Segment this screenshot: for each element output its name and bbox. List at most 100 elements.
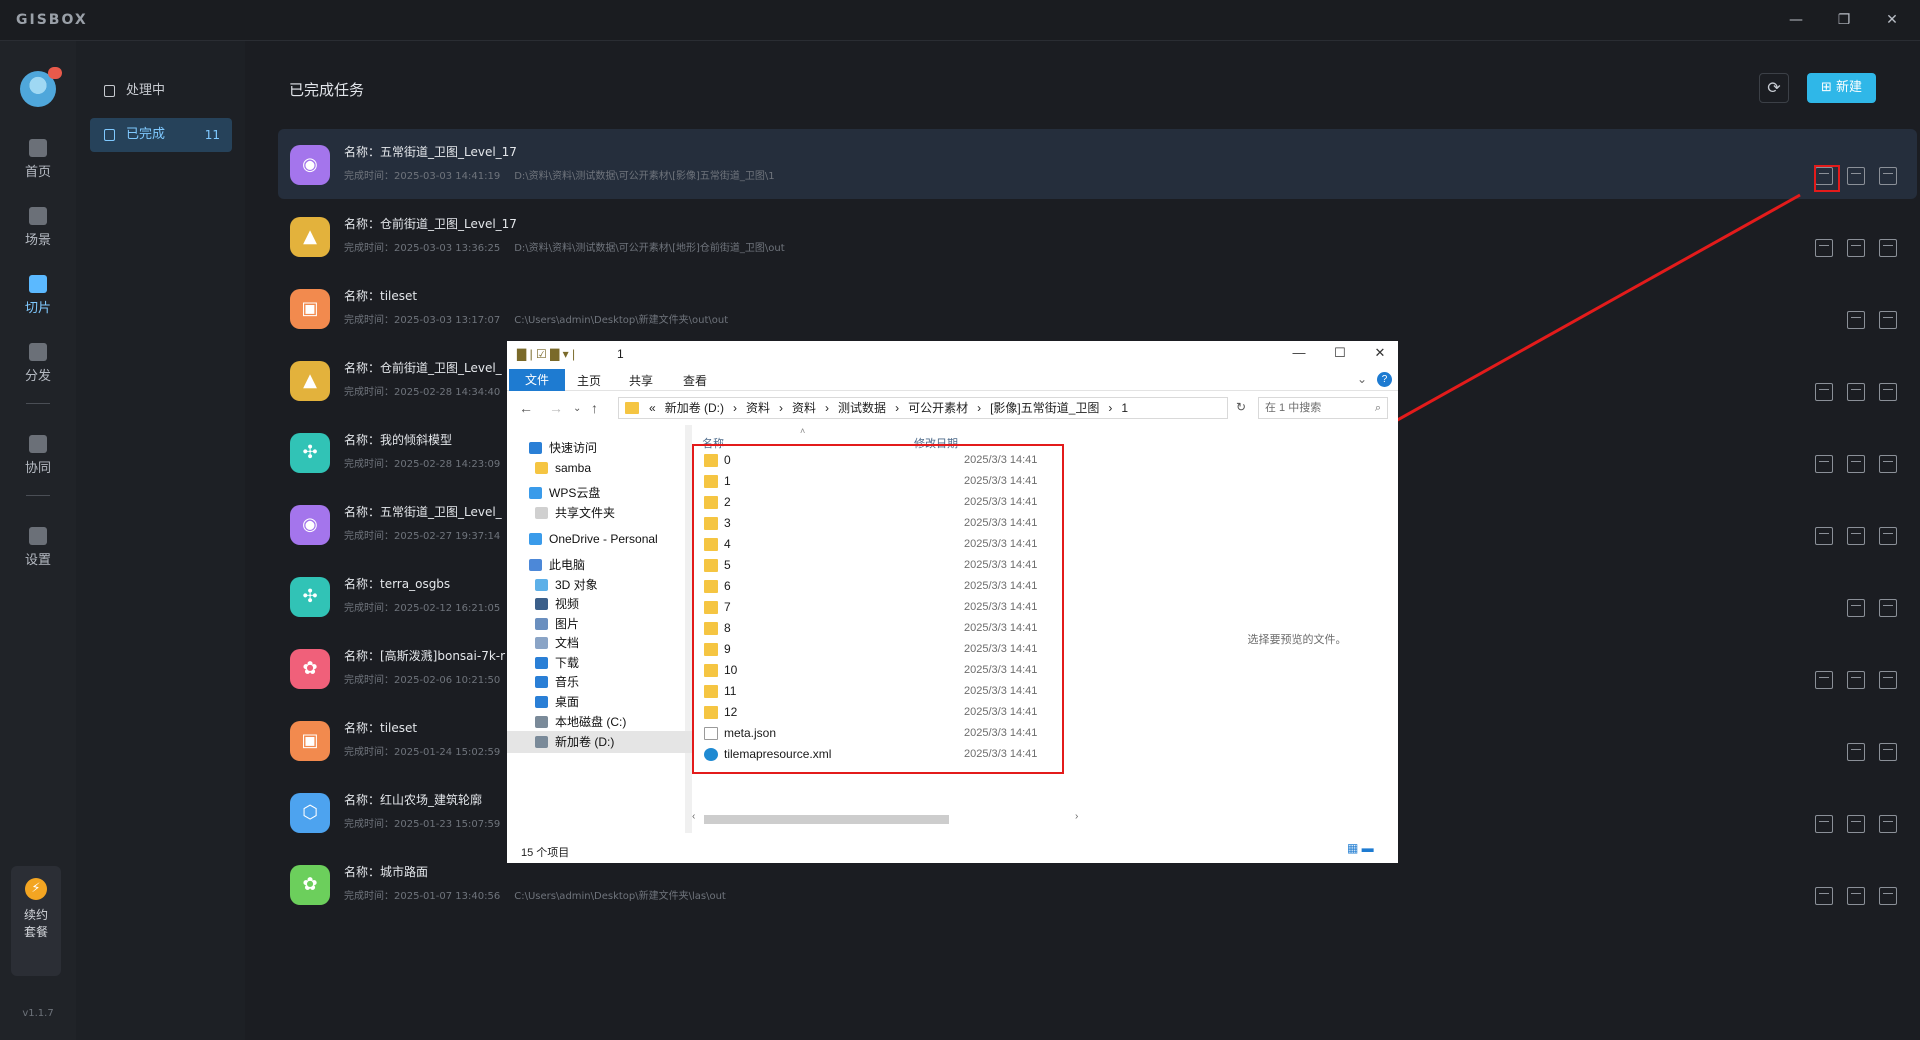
file-row[interactable]: 2 2025/3/3 14:41 bbox=[704, 492, 1064, 513]
open-folder-icon[interactable] bbox=[1847, 383, 1865, 401]
tree-item[interactable]: 桌面 bbox=[507, 691, 692, 713]
file-row[interactable]: 3 2025/3/3 14:41 bbox=[704, 513, 1064, 534]
tile-structure-icon[interactable] bbox=[1815, 671, 1833, 689]
breadcrumb-item[interactable]: 测试数据 bbox=[838, 401, 886, 415]
delete-icon[interactable] bbox=[1879, 671, 1897, 689]
file-row[interactable]: 10 2025/3/3 14:41 bbox=[704, 660, 1064, 681]
file-row[interactable]: 6 2025/3/3 14:41 bbox=[704, 576, 1064, 597]
scrollbar-thumb[interactable] bbox=[704, 815, 949, 824]
search-input[interactable]: 在 1 中搜索 ⌕ bbox=[1258, 397, 1388, 419]
file-row[interactable]: 12 2025/3/3 14:41 bbox=[704, 702, 1064, 723]
file-row[interactable]: 1 2025/3/3 14:41 bbox=[704, 471, 1064, 492]
ribbon-tab-home[interactable]: 主页 bbox=[577, 372, 601, 389]
tree-item[interactable]: 此电脑 bbox=[507, 554, 692, 576]
restore-button[interactable]: ❐ bbox=[1824, 8, 1864, 32]
delete-icon[interactable] bbox=[1879, 527, 1897, 545]
tree-item[interactable]: WPS云盘 bbox=[507, 482, 692, 504]
delete-icon[interactable] bbox=[1879, 887, 1897, 905]
breadcrumb-separator[interactable]: › bbox=[825, 401, 829, 415]
renew-plan-button[interactable]: ⚡ 续约 套餐 bbox=[11, 866, 61, 976]
tree-item[interactable]: 新加卷 (D:) bbox=[507, 731, 692, 753]
ribbon-tab-share[interactable]: 共享 bbox=[629, 372, 653, 389]
nav-item-done[interactable]: 已完成 11 bbox=[90, 118, 232, 152]
tile-structure-icon[interactable] bbox=[1815, 455, 1833, 473]
breadcrumb-item[interactable]: [影像]五常街道_卫图 bbox=[990, 401, 1099, 415]
quick-access-toolbar[interactable]: ▇ | ☑ ▇ ▾ | bbox=[517, 347, 575, 361]
delete-icon[interactable] bbox=[1879, 239, 1897, 257]
rail-item-settings[interactable]: 设置 bbox=[0, 527, 76, 577]
horizontal-scrollbar[interactable]: ‹ › bbox=[692, 811, 1242, 827]
open-folder-icon[interactable] bbox=[1847, 167, 1865, 185]
open-folder-icon[interactable] bbox=[1847, 815, 1865, 833]
file-row[interactable]: meta.json 2025/3/3 14:41 bbox=[704, 723, 1064, 744]
new-task-button[interactable]: ⊞ 新建 bbox=[1807, 73, 1876, 103]
tile-structure-icon[interactable] bbox=[1815, 815, 1833, 833]
tile-structure-icon[interactable] bbox=[1815, 383, 1833, 401]
rail-item-tile[interactable]: 切片 bbox=[0, 275, 76, 325]
avatar[interactable] bbox=[20, 67, 62, 107]
delete-icon[interactable] bbox=[1879, 743, 1897, 761]
open-folder-icon[interactable] bbox=[1847, 527, 1865, 545]
rail-item-collab[interactable]: 协同 bbox=[0, 435, 76, 485]
breadcrumb-separator[interactable]: › bbox=[1108, 401, 1112, 415]
task-row[interactable]: ▲ 名称：仓前街道_卫图_Level_17 完成时间：2025-03-03 13:3… bbox=[278, 201, 1917, 271]
minimize-button[interactable]: — bbox=[1776, 8, 1816, 32]
open-folder-icon[interactable] bbox=[1847, 599, 1865, 617]
tree-item[interactable]: OneDrive - Personal bbox=[507, 528, 692, 550]
delete-icon[interactable] bbox=[1879, 167, 1897, 185]
tree-item[interactable]: samba bbox=[507, 457, 692, 479]
nav-item-processing[interactable]: 处理中 bbox=[90, 74, 232, 108]
ribbon-expand-icon[interactable]: ⌄ bbox=[1357, 372, 1367, 386]
tree-item[interactable]: 音乐 bbox=[507, 671, 692, 693]
view-toggle[interactable]: ▦ ▬ bbox=[1347, 841, 1374, 855]
explorer-maximize-button[interactable]: ☐ bbox=[1325, 345, 1355, 361]
task-row[interactable]: ▣ 名称：tileset 完成时间：2025-03-03 13:17:07 C:\Us… bbox=[278, 273, 1917, 343]
breadcrumb-separator[interactable]: « bbox=[649, 401, 656, 415]
file-row[interactable]: 5 2025/3/3 14:41 bbox=[704, 555, 1064, 576]
file-row[interactable]: 7 2025/3/3 14:41 bbox=[704, 597, 1064, 618]
file-row[interactable]: 9 2025/3/3 14:41 bbox=[704, 639, 1064, 660]
rail-item-scene[interactable]: 场景 bbox=[0, 207, 76, 257]
breadcrumb-separator[interactable]: › bbox=[779, 401, 783, 415]
file-row[interactable]: 4 2025/3/3 14:41 bbox=[704, 534, 1064, 555]
tile-structure-icon[interactable] bbox=[1815, 527, 1833, 545]
explorer-minimize-button[interactable]: — bbox=[1284, 345, 1314, 360]
delete-icon[interactable] bbox=[1879, 311, 1897, 329]
scroll-left-icon[interactable]: ‹ bbox=[692, 811, 695, 822]
open-folder-icon[interactable] bbox=[1847, 743, 1865, 761]
address-bar[interactable]: « 新加卷 (D:) › 资料 › 资料 › 测试数据 › 可公开素材 › [影像]五常街道_卫图 › 1 bbox=[618, 397, 1228, 419]
tree-item[interactable]: 快速访问 bbox=[507, 437, 692, 459]
tile-structure-icon[interactable] bbox=[1815, 887, 1833, 905]
task-row[interactable]: ◉ 名称：五常街道_卫图_Level_17 完成时间：2025-03-03 14:4… bbox=[278, 129, 1917, 199]
scroll-right-icon[interactable]: › bbox=[1075, 811, 1078, 822]
open-folder-icon[interactable] bbox=[1847, 455, 1865, 473]
file-row[interactable]: 0 2025/3/3 14:41 bbox=[704, 450, 1064, 471]
tree-item[interactable]: 文档 bbox=[507, 632, 692, 654]
breadcrumb-item[interactable]: 可公开素材 bbox=[908, 401, 968, 415]
up-icon[interactable]: ↑ bbox=[591, 400, 598, 416]
recent-chevron-icon[interactable]: ⌄ bbox=[573, 403, 581, 414]
ribbon-tab-view[interactable]: 查看 bbox=[683, 372, 707, 389]
forward-icon[interactable]: → bbox=[549, 400, 563, 416]
breadcrumb-item[interactable]: 资料 bbox=[792, 401, 816, 415]
breadcrumb-item[interactable]: 资料 bbox=[746, 401, 770, 415]
breadcrumb-separator[interactable]: › bbox=[733, 401, 737, 415]
rail-item-publish[interactable]: 分发 bbox=[0, 343, 76, 393]
open-folder-icon[interactable] bbox=[1847, 887, 1865, 905]
help-icon[interactable]: ? bbox=[1377, 372, 1392, 387]
open-folder-icon[interactable] bbox=[1847, 671, 1865, 689]
back-icon[interactable]: ← bbox=[519, 400, 533, 416]
close-button[interactable]: ✕ bbox=[1872, 8, 1912, 32]
delete-icon[interactable] bbox=[1879, 383, 1897, 401]
tree-item[interactable]: 本地磁盘 (C:) bbox=[507, 711, 692, 733]
refresh-icon[interactable]: ↻ bbox=[1236, 400, 1246, 414]
delete-icon[interactable] bbox=[1879, 815, 1897, 833]
file-row[interactable]: 8 2025/3/3 14:41 bbox=[704, 618, 1064, 639]
refresh-button[interactable]: ⟳ bbox=[1759, 73, 1789, 103]
tree-item[interactable]: 视频 bbox=[507, 593, 692, 615]
explorer-close-button[interactable]: ✕ bbox=[1365, 345, 1395, 361]
file-row[interactable]: 11 2025/3/3 14:41 bbox=[704, 681, 1064, 702]
open-folder-icon[interactable] bbox=[1847, 311, 1865, 329]
breadcrumb-separator[interactable]: › bbox=[977, 401, 981, 415]
delete-icon[interactable] bbox=[1879, 455, 1897, 473]
